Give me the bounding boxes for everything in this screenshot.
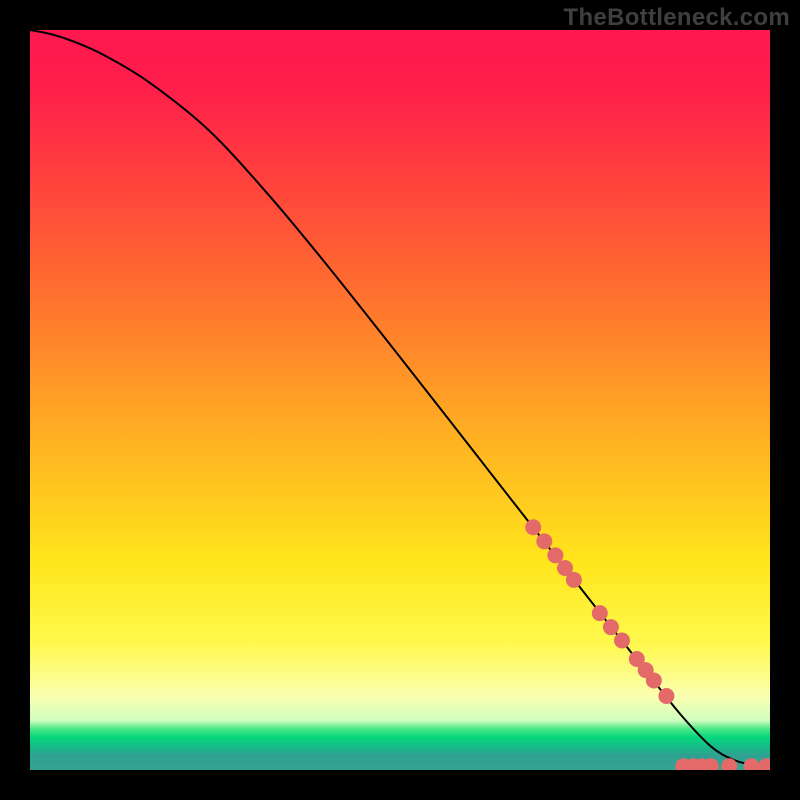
marker-dot: [525, 519, 541, 535]
plot-area: [30, 30, 770, 770]
marker-dot: [758, 758, 770, 770]
marker-dot: [603, 619, 619, 635]
chart-overlay-svg: [30, 30, 770, 770]
chart-frame: TheBottleneck.com: [0, 0, 800, 800]
marker-dot: [614, 633, 630, 649]
main-curve: [30, 30, 770, 767]
marker-dot: [547, 547, 563, 563]
marker-dot: [536, 533, 552, 549]
watermark-text: TheBottleneck.com: [564, 4, 790, 32]
marker-dot: [744, 758, 760, 770]
marker-dot: [592, 605, 608, 621]
marker-dot: [658, 688, 674, 704]
marker-dots: [525, 519, 770, 770]
marker-dot: [566, 572, 582, 588]
marker-dot: [646, 672, 662, 688]
